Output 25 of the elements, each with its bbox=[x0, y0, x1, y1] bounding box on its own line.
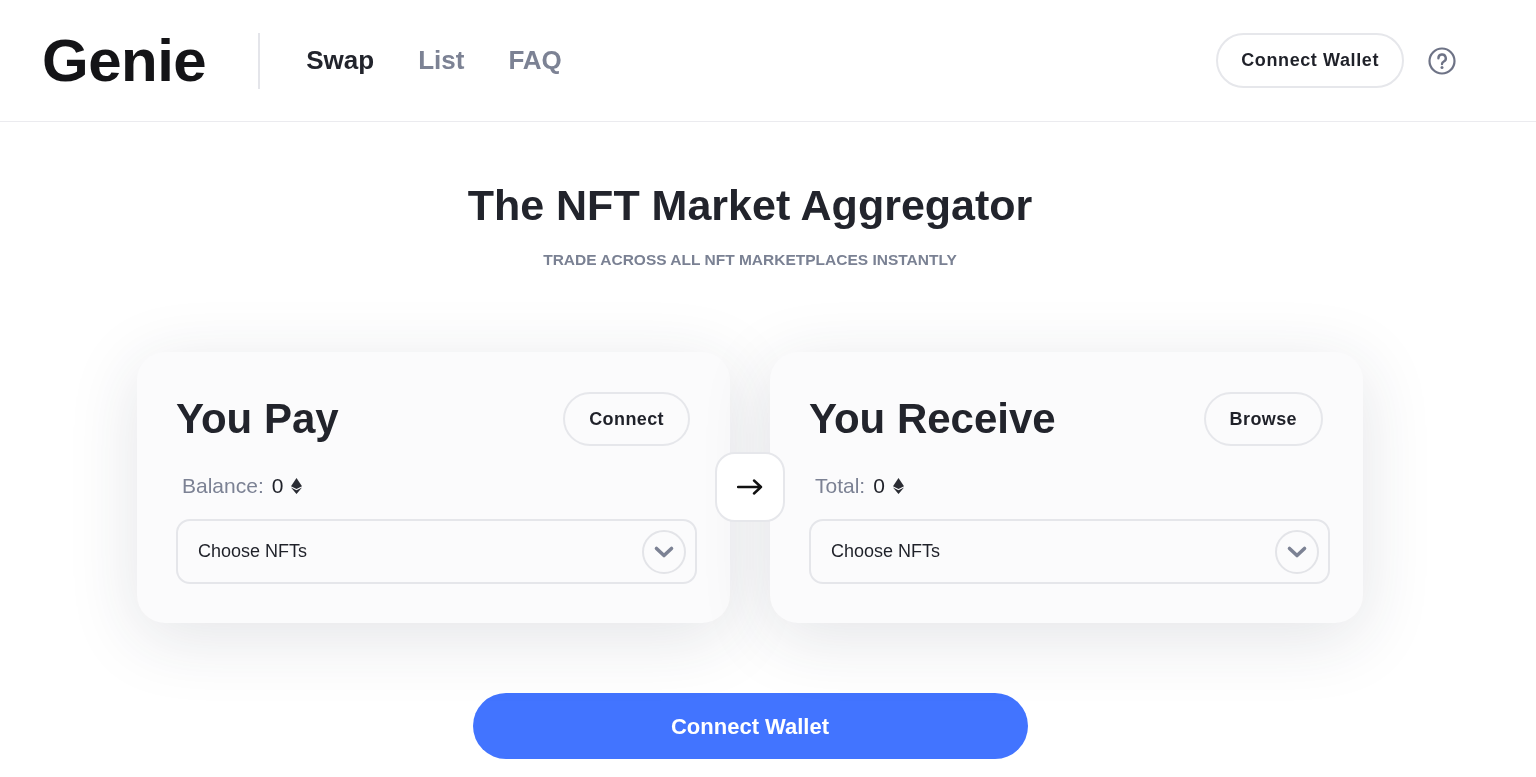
nft-dropdown[interactable]: Choose NFTs bbox=[809, 519, 1330, 584]
connect-wallet-button[interactable]: Connect Wallet bbox=[472, 693, 1028, 759]
chevron-down-icon bbox=[1275, 529, 1319, 574]
swap-direction-button[interactable] bbox=[715, 452, 785, 522]
diamond-icon bbox=[291, 478, 303, 494]
connect-button[interactable]: Connect bbox=[563, 392, 690, 446]
page-title: The NFT Market Aggregator bbox=[467, 180, 1033, 231]
chevron-down-icon bbox=[642, 529, 686, 574]
nav-link[interactable]: FAQ bbox=[508, 44, 562, 77]
amount-label: Total: bbox=[815, 473, 866, 500]
amount-label: Balance: bbox=[182, 473, 264, 500]
panel-title: You Receive bbox=[809, 398, 1056, 440]
amount-value: 0 bbox=[873, 473, 885, 500]
diamond-icon bbox=[892, 478, 904, 494]
logo-text: Genie bbox=[42, 30, 207, 91]
nft-dropdown[interactable]: Choose NFTs bbox=[176, 519, 697, 584]
help-icon[interactable] bbox=[1428, 46, 1456, 75]
amount-value: 0 bbox=[271, 473, 284, 500]
nav-link[interactable]: List bbox=[418, 44, 465, 77]
nav-link[interactable]: Swap bbox=[306, 44, 375, 77]
panel-title: You Pay bbox=[176, 398, 339, 440]
arrow-right-icon bbox=[737, 479, 763, 495]
connect-wallet-button[interactable]: Connect Wallet bbox=[1216, 33, 1404, 88]
browse-button[interactable]: Browse bbox=[1203, 392, 1323, 446]
page-subtitle: TRADE ACROSS ALL NFT MARKETPLACES INSTANTLY bbox=[543, 250, 957, 270]
